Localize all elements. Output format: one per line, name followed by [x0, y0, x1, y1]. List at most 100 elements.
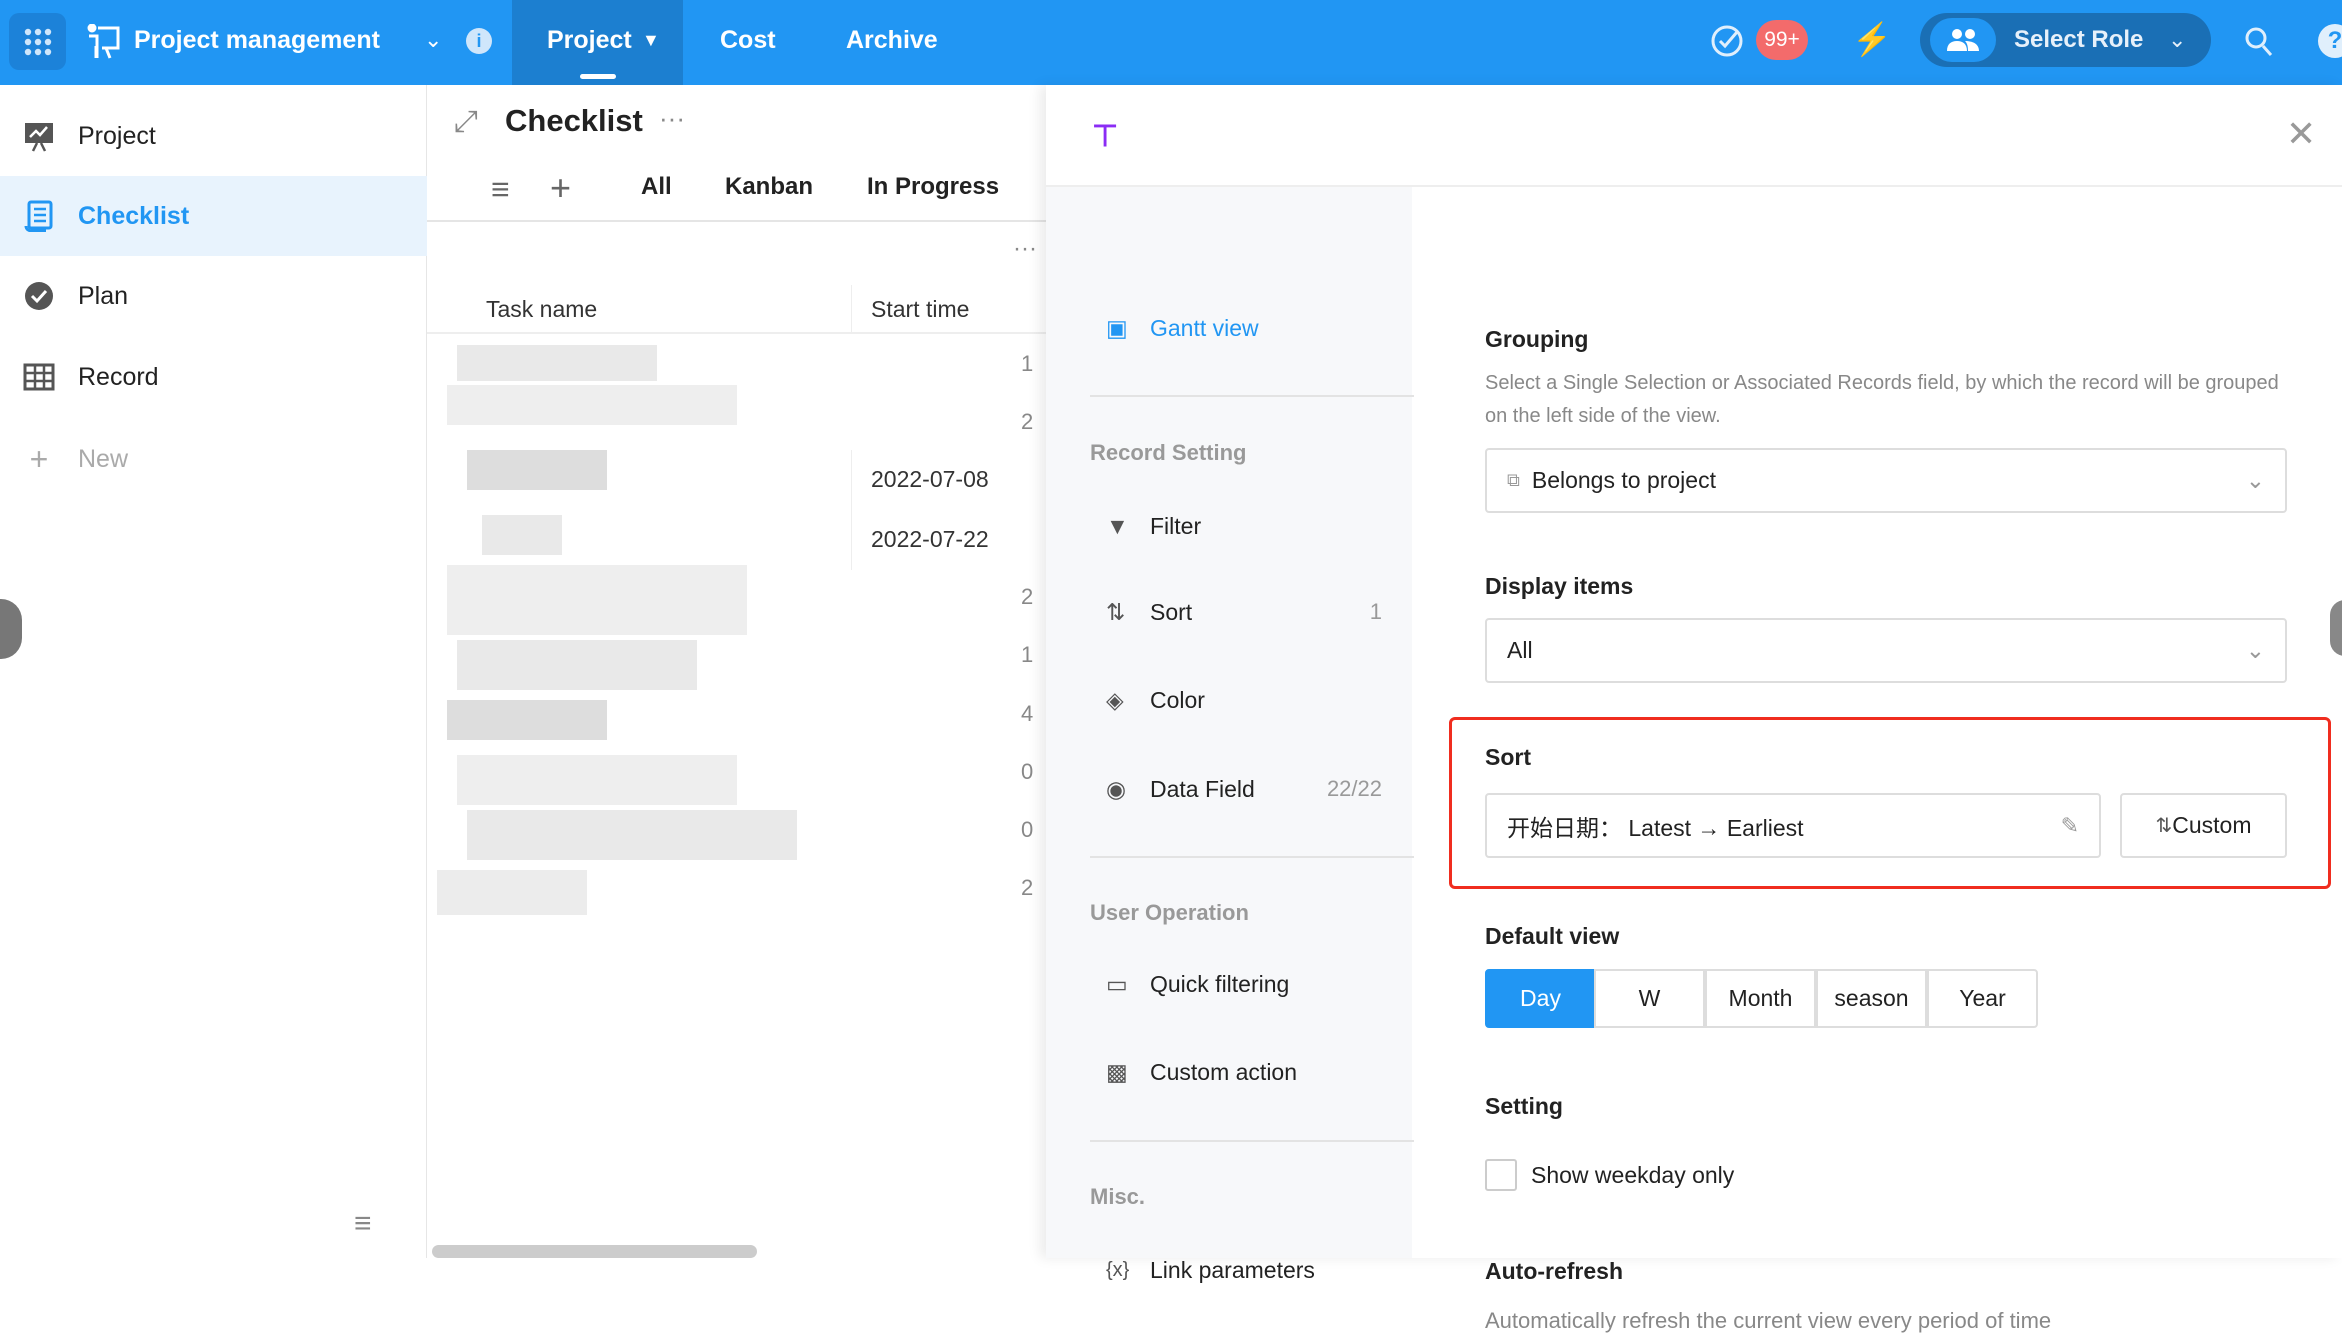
column-header-task-name[interactable]: Task name — [486, 296, 597, 323]
table-icon — [0, 363, 78, 391]
sidebar-item-checklist[interactable]: Checklist — [0, 176, 427, 256]
collapse-sidebar-icon[interactable]: ≡ — [354, 1207, 372, 1241]
menu-icon[interactable]: ≡ — [491, 171, 510, 208]
ai-bolt-icon[interactable]: ⚡ — [1852, 20, 1892, 58]
setting-title: Setting — [1485, 1093, 1563, 1119]
new-label: New — [78, 444, 129, 473]
edit-pencil-icon[interactable]: ✎ — [2061, 813, 2079, 839]
grouping-description: Select a Single Selection or Associated … — [1485, 372, 2279, 427]
sidebar: Project Checklist Plan Record + New ≡ — [0, 85, 427, 1258]
horizontal-scrollbar[interactable] — [432, 1245, 757, 1258]
nav-label: Link parameters — [1150, 1256, 1315, 1283]
caret-down-icon: ▼ — [642, 30, 660, 50]
weekday-only-checkbox[interactable] — [1485, 1159, 1517, 1191]
grid-icon — [24, 28, 51, 55]
auto-refresh-title: Auto-refresh — [1485, 1258, 1624, 1284]
row-count: 0 — [1021, 817, 1034, 842]
view-settings-panel: ⊤ ✕ ▣ Gantt view Record Setting ▼ Filter ⇅… — [1046, 85, 2342, 1333]
chevron-down-icon: ⌄ — [2245, 467, 2265, 493]
list-doc-icon — [0, 200, 78, 232]
app-title[interactable]: Project management — [134, 0, 380, 85]
plus-icon: + — [29, 440, 49, 477]
link-field-icon: ⧉ — [1507, 470, 1520, 490]
sidebar-item-label: Checklist — [78, 201, 190, 230]
variable-icon: {x} — [1106, 1258, 1130, 1281]
auto-refresh-description: Automatically refresh the current view e… — [1485, 1308, 2052, 1333]
tab-project[interactable]: Project ▼ — [512, 0, 683, 85]
data-field-count: 22/22 — [1326, 776, 1382, 801]
task-check-icon[interactable] — [1710, 24, 1744, 58]
nav-label: Gantt view — [1150, 314, 1259, 341]
view-tab-all[interactable]: All — [641, 173, 672, 201]
divider — [1090, 395, 1414, 397]
more-icon[interactable]: ··· — [659, 103, 685, 134]
divider — [427, 332, 1046, 334]
notification-badge[interactable]: 99+ — [1756, 20, 1808, 60]
more-icon[interactable]: ··· — [1013, 235, 1037, 263]
start-date-cell[interactable]: 2022-07-22 — [871, 526, 989, 553]
nav-color[interactable]: ◈ Color — [1106, 680, 1382, 720]
divider — [427, 220, 1046, 222]
nav-label: Filter — [1150, 512, 1202, 539]
page-title: Checklist — [505, 103, 643, 138]
checklist-view: ⤢ Checklist ··· ≡ + All Kanban In Progre… — [427, 85, 1046, 1258]
role-label: Select Role — [2014, 26, 2144, 53]
view-tab-kanban[interactable]: Kanban — [725, 173, 813, 201]
sort-icon: ⇅ — [2155, 815, 2173, 837]
users-icon — [1930, 18, 1996, 62]
sort-rule-field[interactable]: 开始日期： Latest → Earliest ✎ — [1485, 793, 2101, 858]
select-role-button[interactable]: Select Role ⌄ — [1920, 13, 2211, 67]
nav-filter[interactable]: ▼ Filter — [1106, 506, 1382, 546]
display-items-title: Display items — [1485, 573, 1634, 599]
gantt-settings-icon: ⊤ — [1092, 120, 1119, 153]
row-count: 2 — [1021, 875, 1034, 900]
sidebar-item-project[interactable]: Project — [0, 96, 427, 176]
view-option-week[interactable]: W — [1594, 969, 1705, 1028]
tab-label: Project — [547, 26, 632, 54]
sort-count: 1 — [1369, 599, 1382, 624]
badge-check-icon — [0, 280, 78, 312]
grouping-value: Belongs to project — [1531, 467, 1716, 493]
weekday-only-label[interactable]: Show weekday only — [1531, 1162, 1734, 1189]
search-icon[interactable] — [2244, 26, 2274, 58]
nav-label: Data Field — [1150, 775, 1255, 802]
nav-data-field[interactable]: ◉ Data Field 22/22 — [1106, 769, 1382, 809]
custom-label: Custom — [2172, 812, 2252, 838]
add-view-icon[interactable]: + — [550, 167, 571, 209]
sidebar-item-label: Project — [78, 121, 156, 150]
sort-title: Sort — [1485, 744, 1531, 770]
nav-sort[interactable]: ⇅ Sort 1 — [1106, 592, 1382, 632]
view-option-day[interactable]: Day — [1485, 969, 1596, 1028]
start-date-cell[interactable]: 2022-07-08 — [871, 466, 989, 493]
view-option-season[interactable]: season — [1816, 969, 1927, 1028]
column-header-start-time[interactable]: Start time — [871, 296, 969, 323]
nav-link-parameters[interactable]: {x} Link parameters — [1106, 1250, 1382, 1290]
gantt-view-icon: ▣ — [1106, 314, 1128, 341]
sidebar-item-plan[interactable]: Plan — [0, 256, 427, 336]
row-count: 4 — [1021, 701, 1034, 726]
grouping-select[interactable]: ⧉ Belongs to project ⌄ — [1485, 448, 2287, 513]
view-option-year[interactable]: Year — [1927, 969, 2038, 1028]
help-icon[interactable]: ? — [2318, 24, 2342, 58]
settings-nav: ▣ Gantt view Record Setting ▼ Filter ⇅ Sort… — [1046, 187, 1414, 1283]
nav-gantt-view[interactable]: ▣ Gantt view — [1106, 308, 1382, 348]
nav-custom-action[interactable]: ▩ Custom action — [1106, 1052, 1382, 1092]
chevron-down-icon[interactable]: ⌄ — [424, 0, 442, 85]
expand-icon[interactable]: ⤢ — [454, 105, 478, 139]
info-icon[interactable]: i — [466, 28, 492, 54]
close-icon[interactable]: ✕ — [2286, 113, 2316, 155]
view-option-month[interactable]: Month — [1705, 969, 1816, 1028]
new-item-button[interactable]: + New — [0, 419, 427, 499]
panel-header: ⊤ ✕ — [1046, 85, 2342, 187]
display-items-select[interactable]: All ⌄ — [1485, 618, 2287, 683]
app-grid-button[interactable] — [9, 13, 66, 70]
panel-edge-handle[interactable] — [2330, 600, 2342, 656]
tab-cost[interactable]: Cost — [720, 0, 776, 85]
sidebar-item-record[interactable]: Record — [0, 337, 427, 417]
nav-quick-filtering[interactable]: ▭ Quick filtering — [1106, 964, 1382, 1004]
custom-sort-button[interactable]: ⇅ Custom — [2120, 793, 2287, 858]
eye-icon: ◉ — [1106, 775, 1127, 802]
view-tab-in-progress[interactable]: In Progress — [867, 173, 999, 201]
presentation-chart-icon — [0, 120, 78, 152]
tab-archive[interactable]: Archive — [846, 0, 938, 85]
